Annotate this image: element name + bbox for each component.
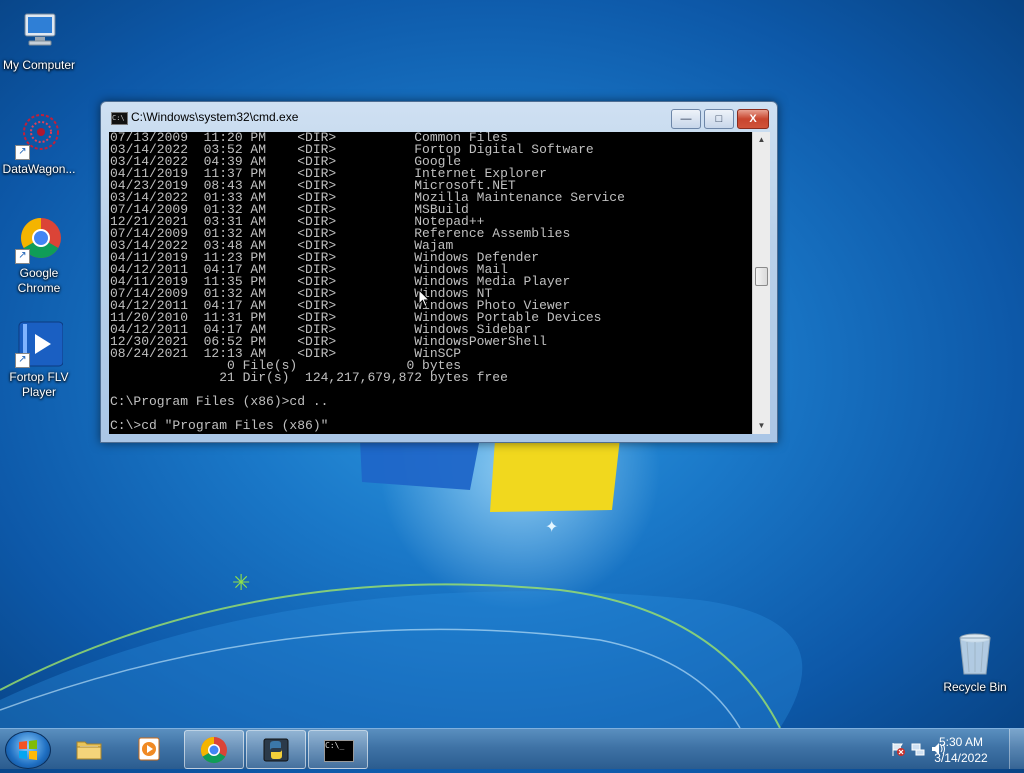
taskbar-cmd-button[interactable]: C:\_ bbox=[308, 730, 368, 769]
shortcut-arrow-icon: ↗ bbox=[15, 353, 30, 368]
cmd-icon: C:\ bbox=[111, 112, 128, 125]
console-line: C:\>cd "Program Files (x86)" bbox=[110, 418, 329, 433]
my-computer-icon[interactable]: My Computer bbox=[0, 8, 81, 73]
taskbar: C:\_ 5:30 AM 3/14/2022 bbox=[0, 728, 1024, 769]
minimize-button[interactable]: — bbox=[671, 109, 701, 129]
my-computer-label: My Computer bbox=[2, 58, 76, 72]
computer-icon bbox=[15, 8, 63, 56]
google-chrome-shortcut[interactable]: ↗ Google Chrome bbox=[0, 216, 81, 296]
console-output[interactable]: 07/13/2009 11:20 PM <DIR> Common Files 0… bbox=[109, 132, 752, 434]
datawagon-label: DataWagon... bbox=[2, 162, 76, 176]
python-icon bbox=[263, 738, 289, 762]
show-desktop-button[interactable] bbox=[1009, 729, 1024, 769]
scroll-up-arrow-icon[interactable]: ▲ bbox=[753, 132, 770, 148]
mouse-cursor-icon bbox=[418, 289, 430, 308]
google-chrome-label: Google Chrome bbox=[17, 266, 61, 295]
chrome-icon: ↗ bbox=[15, 216, 63, 264]
datawagon-icon: ↗ bbox=[15, 112, 63, 160]
shortcut-arrow-icon: ↗ bbox=[15, 249, 30, 264]
network-icon[interactable] bbox=[910, 741, 926, 757]
start-button[interactable] bbox=[5, 731, 51, 769]
chrome-icon bbox=[200, 736, 227, 764]
taskbar-explorer-button[interactable] bbox=[60, 730, 118, 767]
console-text: 07/13/2009 11:20 PM <DIR> Common Files 0… bbox=[109, 132, 752, 432]
cmd-icon-text: C:\_ bbox=[325, 741, 345, 750]
taskbar-chrome-button[interactable] bbox=[184, 730, 244, 769]
console-line: 21 Dir(s) 124,217,679,872 bytes free bbox=[219, 370, 508, 385]
clock[interactable]: 5:30 AM 3/14/2022 bbox=[926, 734, 996, 766]
scroll-down-arrow-icon[interactable]: ▼ bbox=[753, 418, 770, 434]
folder-icon bbox=[76, 741, 102, 760]
window-title: C:\Windows\system32\cmd.exe bbox=[131, 110, 299, 124]
recycle-bin-label: Recycle Bin bbox=[943, 680, 1007, 694]
svg-text:✦: ✦ bbox=[545, 517, 558, 536]
svg-text:✳: ✳ bbox=[232, 571, 250, 596]
action-center-flag-icon[interactable] bbox=[890, 741, 906, 757]
datawagon-shortcut[interactable]: ↗ DataWagon... bbox=[0, 112, 81, 177]
system-tray: 5:30 AM 3/14/2022 bbox=[854, 729, 1024, 769]
scroll-thumb[interactable] bbox=[755, 267, 768, 286]
title-bar[interactable]: C:\ C:\Windows\system32\cmd.exe — □ X bbox=[101, 102, 777, 132]
clock-time: 5:30 AM bbox=[938, 735, 984, 749]
console-line: C:\Program Files (x86)>cd .. bbox=[110, 394, 329, 409]
windows-logo-icon bbox=[19, 740, 37, 760]
vertical-scrollbar[interactable]: ▲ ▼ bbox=[752, 132, 770, 434]
clock-date: 3/14/2022 bbox=[934, 751, 988, 765]
fortop-flv-player-shortcut[interactable]: ↗ Fortop FLV Player bbox=[0, 320, 81, 400]
media-player-icon bbox=[138, 737, 160, 761]
shortcut-arrow-icon: ↗ bbox=[15, 145, 30, 160]
cmd-window[interactable]: C:\ C:\Windows\system32\cmd.exe — □ X 07… bbox=[100, 101, 778, 443]
taskbar-python-button[interactable] bbox=[246, 730, 306, 769]
fortop-flv-player-label: Fortop FLV Player bbox=[9, 370, 69, 399]
close-button[interactable]: X bbox=[737, 109, 769, 129]
maximize-button[interactable]: □ bbox=[704, 109, 734, 129]
taskbar-flv-player-button[interactable] bbox=[120, 730, 178, 767]
recycle-bin-icon[interactable]: Recycle Bin bbox=[933, 630, 1017, 695]
flv-player-icon: ↗ bbox=[15, 320, 64, 368]
cmd-icon: C:\_ bbox=[324, 740, 354, 762]
trash-icon bbox=[951, 630, 999, 678]
